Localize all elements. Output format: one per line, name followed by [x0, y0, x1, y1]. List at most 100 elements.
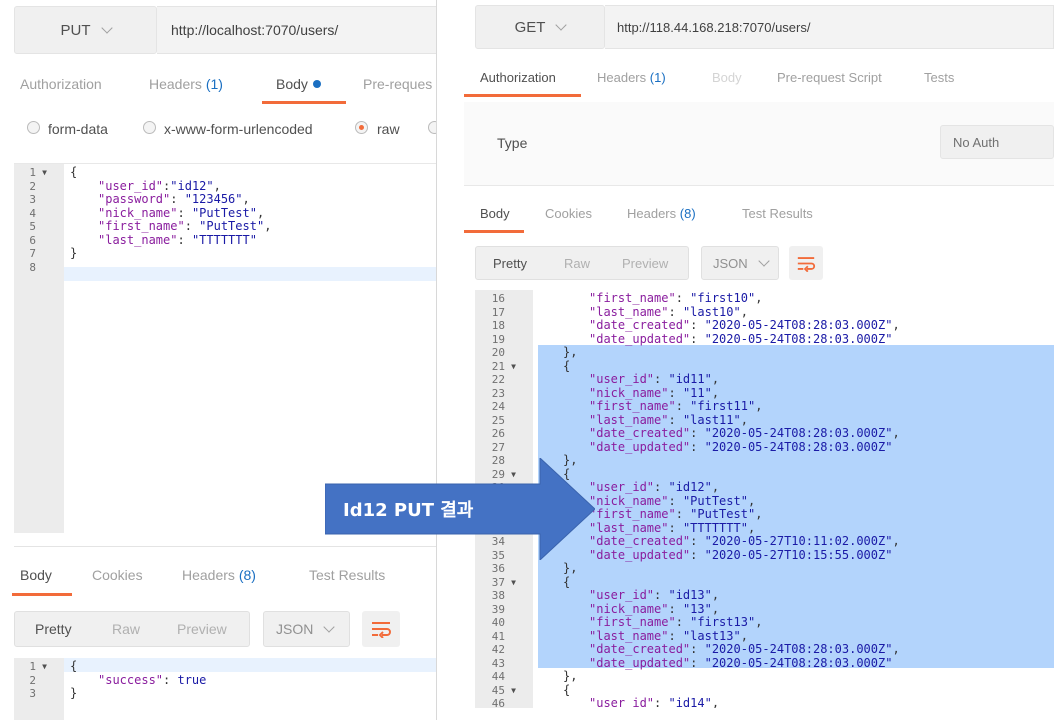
- auth-panel: Type No Auth: [464, 102, 1054, 186]
- chevron-down-icon: [555, 18, 568, 31]
- response-body-editor[interactable]: 1 ▼{2 "success": true 3}: [14, 658, 436, 720]
- code-line: 38 "user_id": "id13",: [475, 588, 1054, 603]
- line-number: 38: [491, 589, 505, 602]
- active-tab-underline: [262, 101, 346, 104]
- tab-authorization[interactable]: Authorization: [20, 76, 102, 92]
- preview-button[interactable]: Preview: [177, 621, 227, 637]
- code-line: 37 ▼{: [475, 575, 1054, 590]
- view-toggle: Pretty Raw Preview: [475, 246, 689, 280]
- annotation-label: Id12 PUT 결과: [343, 500, 474, 521]
- code-line: 24 "first_name": "first11",: [475, 399, 1054, 414]
- code-line: 23 "nick_name": "11",: [475, 386, 1054, 401]
- code-line: 26 "date_created": "2020-05-24T08:28:03.0…: [475, 426, 1054, 441]
- code-line: 1 ▼{: [14, 165, 436, 180]
- fold-arrow-icon[interactable]: ▼: [511, 360, 516, 374]
- active-tab-underline: [464, 94, 581, 97]
- tab-response-test-results[interactable]: Test Results: [309, 567, 385, 583]
- fold-arrow-icon[interactable]: ▼: [42, 166, 47, 180]
- left-pane: PUT http://localhost:7070/users/ Authori…: [0, 0, 441, 720]
- line-number: 7: [29, 247, 36, 260]
- preview-button[interactable]: Preview: [622, 256, 668, 271]
- format-select[interactable]: JSON: [701, 246, 779, 280]
- fold-arrow-icon[interactable]: ▼: [511, 576, 516, 590]
- method-label: GET: [514, 18, 546, 36]
- tab-response-headers[interactable]: Headers (8): [627, 206, 696, 221]
- tab-headers[interactable]: Headers (1): [149, 76, 223, 92]
- code-line: 2 "user_id":"id12",: [14, 179, 436, 194]
- method-select[interactable]: GET: [475, 5, 605, 49]
- line-number: 42: [491, 643, 505, 656]
- line-number: 26: [491, 427, 505, 440]
- response-tabs: Body Cookies Headers (8) Test Results: [464, 200, 1054, 236]
- fold-arrow-icon[interactable]: ▼: [42, 660, 47, 674]
- auth-type-label: Type: [497, 135, 528, 151]
- tab-response-test-results[interactable]: Test Results: [742, 206, 813, 221]
- tab-response-body[interactable]: Body: [480, 206, 510, 221]
- url-input[interactable]: http://118.44.168.218:7070/users/: [605, 5, 1054, 49]
- radio-form-data[interactable]: [27, 121, 40, 134]
- tab-pre-request-script[interactable]: Pre-request Script: [777, 70, 882, 85]
- wrap-lines-button[interactable]: [362, 611, 400, 647]
- tab-body[interactable]: Body: [712, 70, 742, 85]
- code-line: 36},: [475, 561, 1054, 576]
- line-number: 8: [29, 260, 36, 274]
- code-line: 21 ▼{: [475, 359, 1054, 374]
- line-number: 39: [491, 602, 505, 616]
- raw-button[interactable]: Raw: [112, 621, 140, 637]
- view-toggle: Pretty Raw Preview: [14, 611, 250, 647]
- format-select[interactable]: JSON: [263, 611, 350, 647]
- code-line: 43 "date_updated": "2020-05-24T08:28:03.0…: [475, 656, 1054, 671]
- line-number: 45 ▼: [491, 683, 516, 698]
- radio-raw[interactable]: [355, 121, 368, 134]
- code-line: 45 ▼{: [475, 683, 1054, 698]
- line-number: 16: [491, 292, 505, 305]
- url-input[interactable]: http://localhost:7070/users/: [157, 6, 437, 54]
- tab-body[interactable]: Body: [276, 76, 321, 92]
- chevron-down-icon: [100, 21, 113, 34]
- radio-urlencoded[interactable]: [143, 121, 156, 134]
- raw-button[interactable]: Raw: [564, 256, 590, 271]
- format-label: JSON: [713, 255, 748, 271]
- line-number: 1 ▼: [29, 660, 47, 674]
- code-line: 3}: [14, 686, 436, 701]
- tab-response-cookies[interactable]: Cookies: [92, 567, 143, 583]
- pretty-button[interactable]: Pretty: [35, 621, 72, 637]
- line-number: 2: [29, 179, 36, 193]
- tab-response-body[interactable]: Body: [20, 567, 52, 583]
- line-number: 22: [491, 373, 505, 386]
- urlencoded-label: x-www-form-urlencoded: [164, 121, 313, 137]
- code-line: 44},: [475, 669, 1054, 684]
- pretty-button[interactable]: Pretty: [493, 256, 527, 271]
- modified-dot-icon: [312, 80, 321, 88]
- auth-type-value: No Auth: [953, 135, 1000, 150]
- wrap-lines-button[interactable]: [789, 246, 823, 280]
- line-number: 20: [491, 346, 505, 359]
- code-line: 17 "last_name": "last10",: [475, 305, 1054, 320]
- code-line: 25 "last_name": "last11",: [475, 413, 1054, 428]
- method-select[interactable]: PUT: [14, 6, 157, 54]
- line-number: 24: [491, 400, 505, 413]
- code-line: 8: [14, 261, 436, 275]
- tab-headers[interactable]: Headers (1): [597, 70, 666, 85]
- wrap-icon: [372, 622, 391, 638]
- code-line: 18 "date_created": "2020-05-24T08:28:03.0…: [475, 318, 1054, 333]
- auth-type-select[interactable]: No Auth: [940, 125, 1054, 159]
- code-line: 27 "date_updated": "2020-05-24T08:28:03.0…: [475, 440, 1054, 455]
- code-line: 39 "nick_name": "13",: [475, 602, 1054, 617]
- tab-response-headers[interactable]: Headers (8): [182, 567, 256, 583]
- tab-pre-request[interactable]: Pre-reques: [363, 76, 432, 92]
- line-number: 37 ▼: [491, 575, 516, 590]
- line-number: 2: [29, 673, 36, 687]
- code-line: 3 "password": "123456",: [14, 192, 436, 207]
- right-pane: GET http://118.44.168.218:7070/users/ Au…: [464, 0, 1054, 720]
- fold-arrow-icon[interactable]: ▼: [511, 684, 516, 698]
- tab-response-cookies[interactable]: Cookies: [545, 206, 592, 221]
- tab-tests[interactable]: Tests: [924, 70, 954, 85]
- line-number: 25: [491, 413, 505, 427]
- line-number: 5: [29, 220, 36, 233]
- chevron-down-icon: [323, 620, 336, 633]
- tab-authorization[interactable]: Authorization: [480, 70, 556, 85]
- response-tabs: Body Cookies Headers (8) Test Results: [0, 560, 436, 596]
- method-label: PUT: [60, 21, 91, 39]
- line-number: 4: [29, 206, 36, 220]
